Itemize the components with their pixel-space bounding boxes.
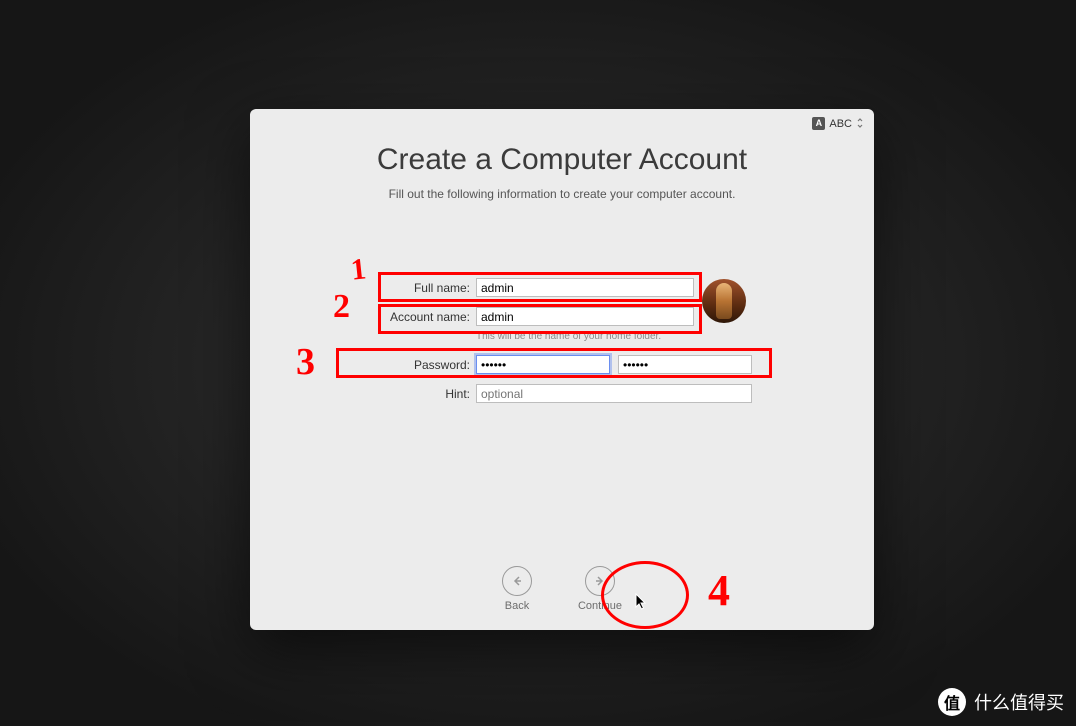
watermark-badge-icon: 值 — [938, 688, 966, 716]
arrow-left-icon — [502, 566, 532, 596]
password-verify-field[interactable] — [618, 355, 752, 374]
mouse-cursor-icon — [635, 593, 649, 611]
page-title: Create a Computer Account — [250, 109, 874, 177]
account-form: Full name: Account name: This will be th… — [250, 277, 874, 412]
label-hint: Hint: — [250, 387, 476, 401]
password-field[interactable] — [476, 355, 610, 374]
full-name-field[interactable] — [476, 278, 694, 297]
back-label: Back — [505, 600, 529, 612]
input-source-icon: A — [812, 117, 825, 130]
chevron-updown-icon — [856, 117, 864, 130]
continue-button[interactable]: Continue — [578, 566, 622, 612]
input-source-indicator[interactable]: A ABC — [812, 117, 864, 130]
nav-buttons: Back Continue — [250, 566, 874, 612]
row-full-name: Full name: — [250, 277, 874, 298]
continue-label: Continue — [578, 600, 622, 612]
hint-field[interactable] — [476, 384, 752, 403]
setup-assistant-window: A ABC Create a Computer Account Fill out… — [250, 109, 874, 630]
row-account-name: Account name: — [250, 306, 874, 327]
watermark-text: 什么值得买 — [974, 689, 1064, 715]
page-subtitle: Fill out the following information to cr… — [250, 187, 874, 201]
label-full-name: Full name: — [250, 281, 476, 295]
label-password: Password: — [250, 358, 476, 372]
user-avatar[interactable] — [702, 279, 746, 323]
label-account-name: Account name: — [250, 310, 476, 324]
back-button[interactable]: Back — [502, 566, 532, 612]
site-watermark: 值 什么值得买 — [938, 688, 1064, 716]
arrow-right-icon — [585, 566, 615, 596]
account-name-helper: This will be the name of your home folde… — [476, 331, 874, 342]
row-password: Password: — [250, 354, 874, 375]
row-hint: Hint: — [250, 383, 874, 404]
input-source-label: ABC — [829, 118, 852, 130]
account-name-field[interactable] — [476, 307, 694, 326]
